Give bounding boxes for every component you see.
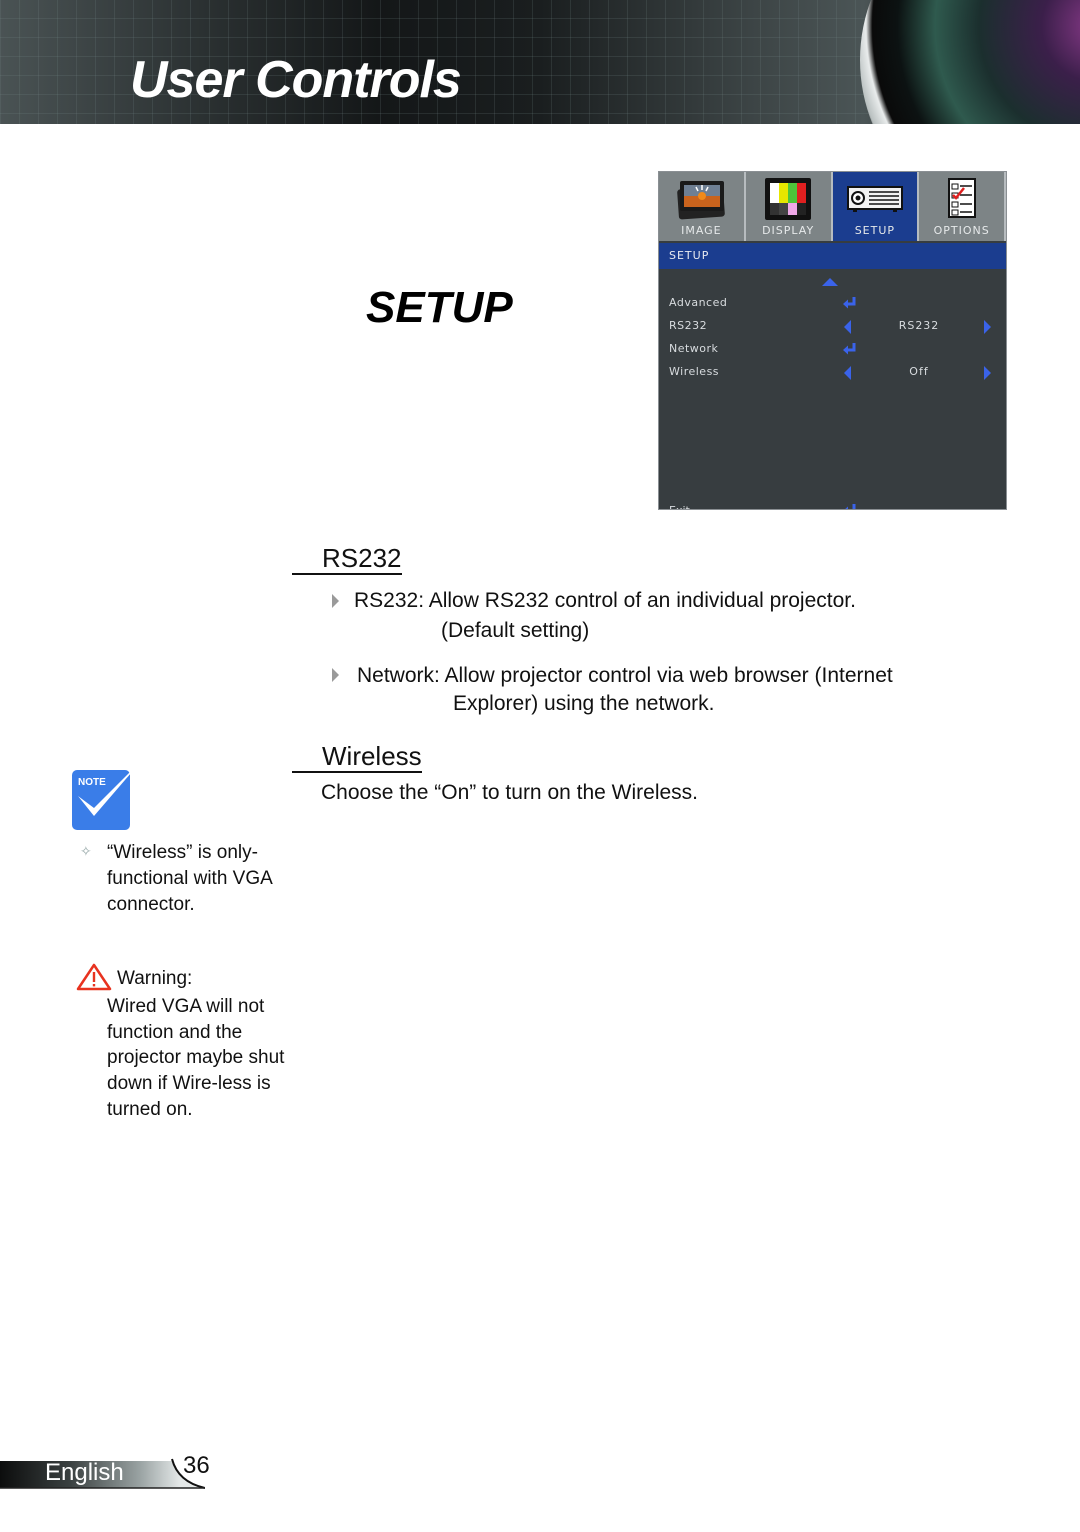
osd-tab-image[interactable]: IMAGE (659, 172, 746, 241)
osd-row-label: RS232 (669, 319, 708, 332)
osd-menu: IMAGE DISPLAY SETUP OPTIONS SETUP Advanc… (658, 171, 1007, 510)
wireless-heading: Wireless (292, 741, 422, 773)
osd-tab-label: OPTIONS (933, 224, 990, 237)
svg-text:NOTE: NOTE (78, 777, 106, 788)
checklist-icon (947, 178, 976, 218)
bullet-arrow-icon (332, 594, 339, 608)
arrow-left-icon[interactable] (844, 366, 851, 380)
header-banner: User Controls (0, 0, 1080, 124)
enter-icon (843, 343, 856, 355)
osd-row-label: Wireless (669, 365, 720, 378)
osd-tab-label: IMAGE (681, 224, 722, 237)
warning-title: Warning: (117, 968, 193, 989)
osd-tab-options[interactable]: OPTIONS (919, 172, 1006, 241)
enter-icon (845, 504, 856, 509)
osd-exit-label[interactable]: Exit (669, 504, 690, 509)
section-title: SETUP (366, 283, 513, 332)
osd-row-network[interactable]: Network (659, 339, 1006, 361)
osd-tab-label: DISPLAY (762, 224, 815, 237)
network-item-text-cont: Explorer) using the network. (453, 692, 715, 715)
osd-row-advanced[interactable]: Advanced (659, 293, 1006, 315)
osd-row-value: RS232 (898, 319, 940, 332)
network-item-text: Network: Allow projector control via web… (357, 664, 893, 687)
scroll-up-icon[interactable] (822, 278, 838, 286)
enter-icon (843, 297, 856, 309)
bullet-arrow-icon (332, 668, 339, 682)
osd-row-label: Network (669, 342, 719, 355)
wireless-description: Choose the “On” to turn on the Wireless. (321, 781, 699, 804)
osd-tab-display[interactable]: DISPLAY (745, 172, 833, 241)
warning-icon (76, 963, 112, 991)
rs232-item-text: RS232: Allow RS232 control of an individ… (354, 589, 856, 612)
note-text: “Wireless” is only-functional with VGA c… (107, 842, 272, 915)
osd-row-value: Off (909, 365, 929, 378)
osd-row-wireless[interactable]: Wireless Off (659, 362, 1006, 384)
rs232-heading: RS232 (292, 543, 402, 575)
lens-graphic (860, 0, 1080, 124)
display-icon (765, 178, 812, 220)
warning-text: Wired VGA will not function and the proj… (107, 996, 285, 1120)
arrow-left-icon[interactable] (844, 320, 851, 334)
page-header-title: User Controls (130, 51, 462, 109)
osd-tab-label: SETUP (854, 224, 896, 237)
page-number: 36 (183, 1452, 210, 1479)
arrow-right-icon[interactable] (984, 320, 991, 334)
rs232-item-text-cont: (Default setting) (441, 619, 590, 642)
image-icon (677, 181, 726, 220)
osd-row-label: Advanced (669, 296, 728, 309)
arrow-right-icon[interactable] (984, 366, 991, 380)
footer-language-label: English (45, 1459, 124, 1486)
note-icon: NOTE (72, 770, 132, 830)
diamond-bullet-icon: ✧ (80, 843, 92, 859)
osd-title-bar: SETUP (659, 243, 1006, 269)
osd-tab-setup[interactable]: SETUP (832, 172, 920, 241)
osd-tab-bar: IMAGE DISPLAY SETUP OPTIONS (659, 172, 1006, 241)
projector-icon (846, 186, 903, 212)
osd-row-rs232[interactable]: RS232 RS232 (659, 316, 1006, 338)
